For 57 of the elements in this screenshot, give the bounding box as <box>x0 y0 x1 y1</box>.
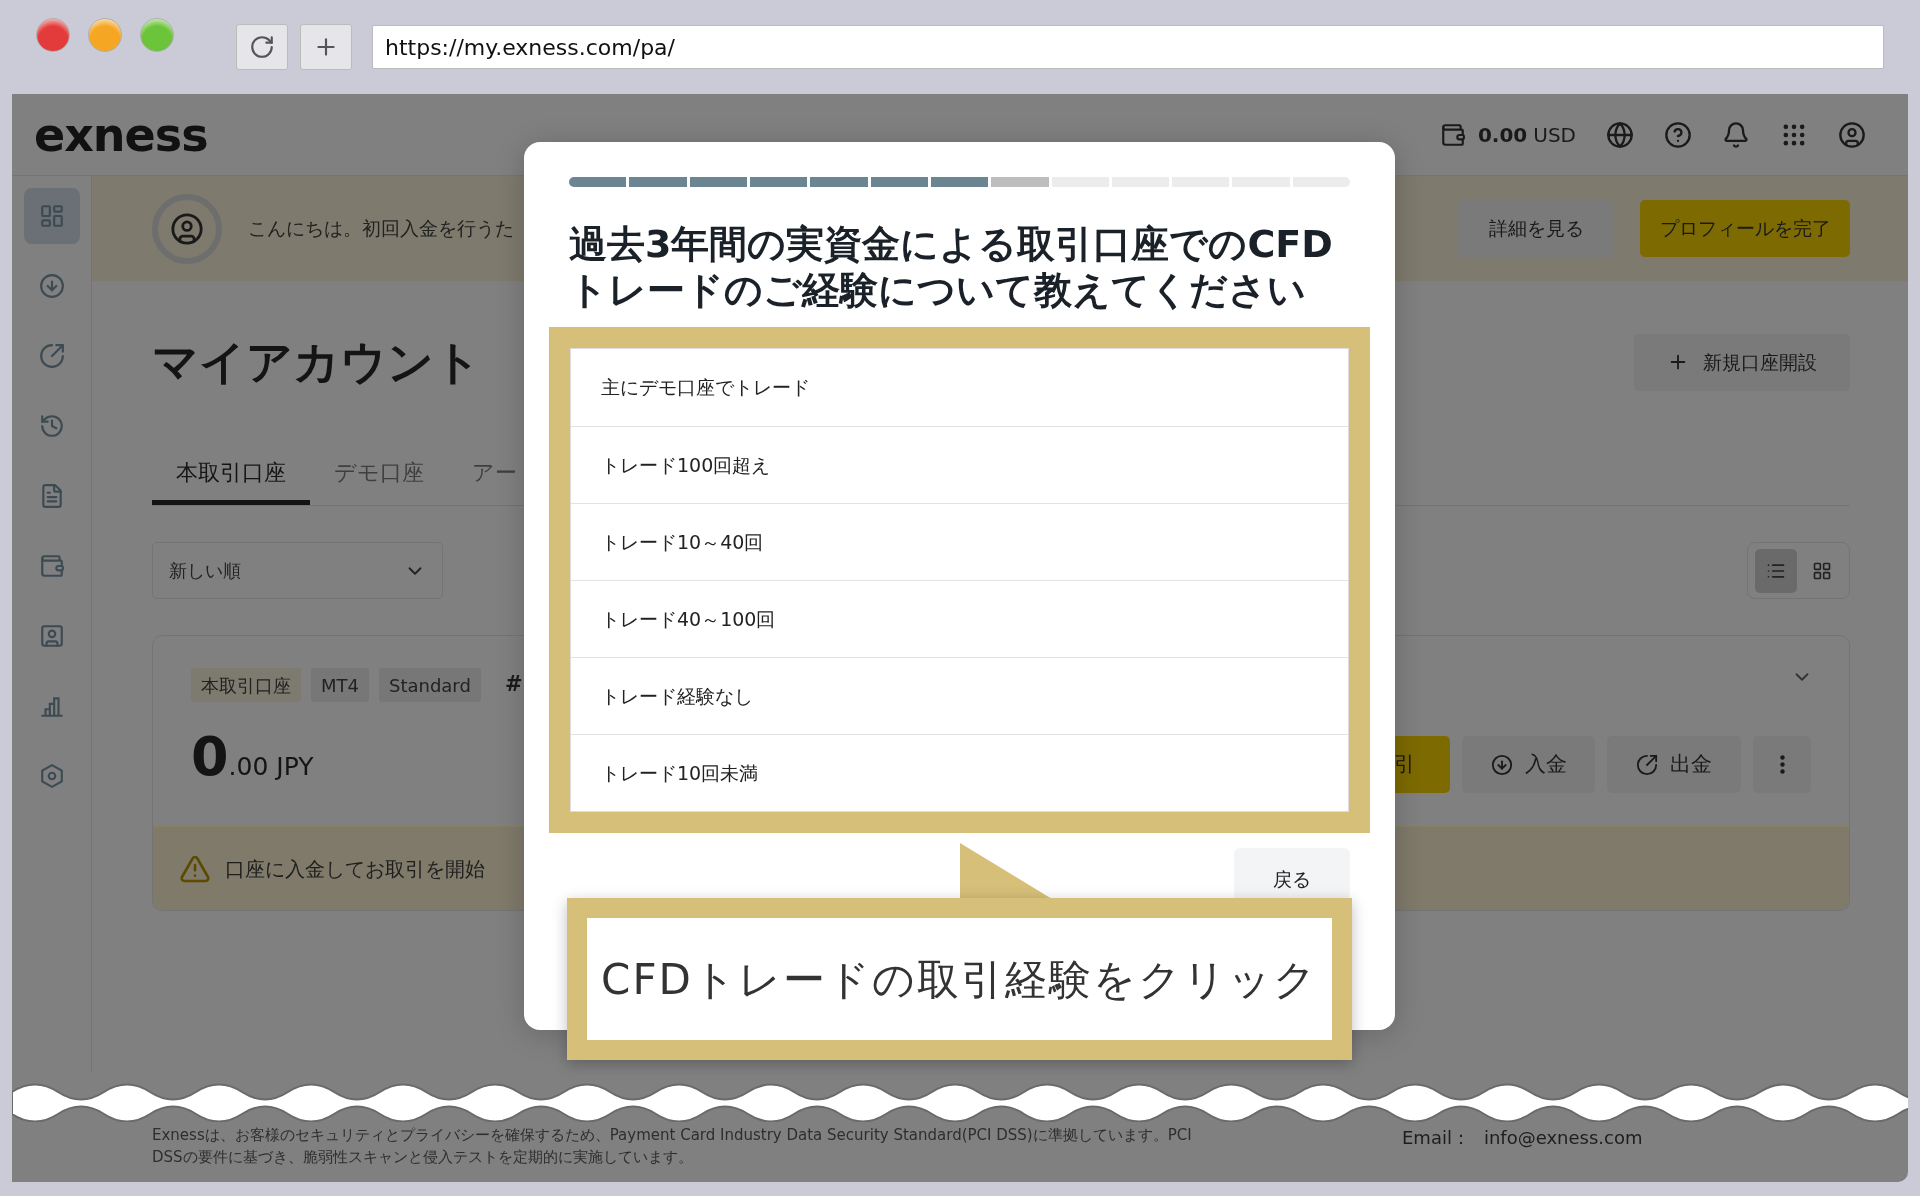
minimize-window-icon[interactable] <box>88 18 122 52</box>
bell-icon[interactable] <box>1722 120 1750 149</box>
balance-currency: USD <box>1533 121 1576 149</box>
globe-icon[interactable] <box>1606 120 1634 149</box>
hexagon-icon <box>38 763 65 789</box>
answer-option[interactable]: トレード10～40回 <box>571 503 1348 580</box>
sidebar-item[interactable] <box>23 188 80 244</box>
question-title: 過去3年間の実資金による取引口座でのCFDトレードのご経験について教えてください <box>569 221 1334 313</box>
reload-icon <box>249 34 275 60</box>
callout-text: CFDトレードの取引経験をクリック <box>601 953 1318 1006</box>
close-window-icon[interactable] <box>36 18 70 52</box>
banner-text: こんにちは。初回入金を行うた <box>248 216 514 242</box>
answer-option[interactable]: トレード100回超え <box>571 426 1348 503</box>
new-tab-button[interactable] <box>300 24 352 70</box>
answer-option[interactable]: トレード40～100回 <box>571 580 1348 657</box>
wallet-icon <box>38 553 65 579</box>
sort-dropdown[interactable]: 新しい順 <box>152 542 443 599</box>
account-number: # <box>504 671 523 699</box>
email-address[interactable]: info@exness.com <box>1483 1124 1643 1182</box>
withdraw-button[interactable]: 出金 <box>1607 736 1741 793</box>
arrow-up-right-circle-icon <box>1636 753 1658 776</box>
security-notice: Exnessは、お客様のセキュリティとプライバシーを確保するため、Payment Card Industry Data Security Standard(PCI DSS)に準拠しています。PCI DSSの要件に基づき、脆弱性スキャンと侵入テストを定期的に実施しています。 <box>152 1125 1193 1168</box>
details-button[interactable]: 詳細を見る <box>1458 200 1614 257</box>
arrow-down-circle-icon <box>38 273 65 299</box>
answer-option[interactable]: 主にデモ口座でトレード <box>571 349 1348 426</box>
account-tab[interactable]: 本取引口座 <box>152 444 310 505</box>
avatar-icon <box>152 193 222 264</box>
more-vertical-icon <box>1779 755 1785 774</box>
account-tab[interactable]: アー <box>448 444 541 505</box>
list-view-toggle[interactable] <box>1754 548 1797 593</box>
new-account-button[interactable]: 新規口座開設 <box>1634 333 1850 391</box>
balance-value: 0.00 JPY <box>191 730 314 784</box>
dashboard-icon <box>38 203 65 229</box>
arrow-down-circle-icon <box>1490 753 1513 776</box>
notice-text: 口座に入金してお取引を開始 <box>225 855 485 883</box>
history-icon <box>38 413 65 439</box>
help-icon[interactable] <box>1664 120 1692 149</box>
email-label: Email： <box>1402 1126 1470 1150</box>
arrow-up-right-circle-icon <box>38 343 65 369</box>
grid-icon <box>1811 560 1832 581</box>
user-icon[interactable] <box>1838 120 1866 149</box>
balance-amount: 0.00 <box>1477 121 1528 149</box>
account-tab[interactable]: デモ口座 <box>310 444 448 505</box>
address-bar[interactable]: https://my.exness.com/pa/ <box>372 25 1884 69</box>
account-tag: 本取引口座 <box>191 668 301 702</box>
logo[interactable]: exness <box>34 111 208 158</box>
page-title: マイアカウント <box>152 333 481 391</box>
account-tag: Standard <box>379 668 481 702</box>
answer-option[interactable]: トレード経験なし <box>571 657 1348 734</box>
reload-button[interactable] <box>236 24 288 70</box>
maximize-window-icon[interactable] <box>140 18 174 52</box>
answer-option[interactable]: トレード10回未満 <box>571 734 1348 811</box>
deposit-button[interactable]: 入金 <box>1462 736 1595 793</box>
wallet-icon[interactable] <box>1439 121 1466 148</box>
complete-profile-button[interactable]: プロフィールを完了 <box>1640 200 1850 257</box>
account-tag: MT4 <box>311 668 369 702</box>
contact-card-icon <box>38 623 65 649</box>
